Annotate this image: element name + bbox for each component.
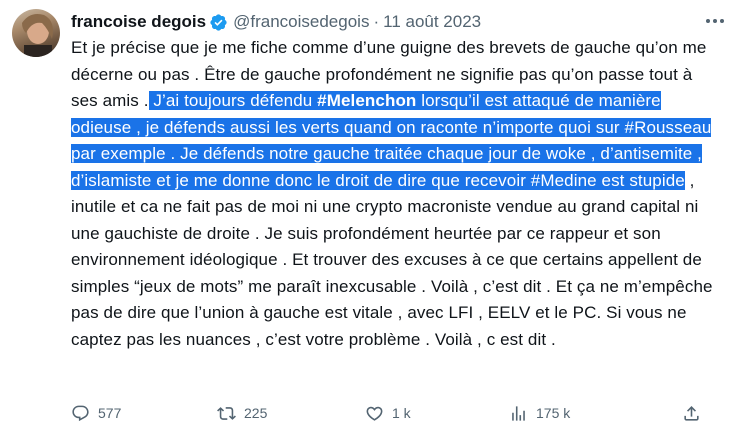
views-icon: [512, 405, 525, 421]
tweet-header: francoise degois @francoisedegois · 11 a…: [71, 9, 481, 35]
action-bar: 577 225 1 k 175 k: [71, 400, 721, 426]
author-handle[interactable]: @francoisedegois: [233, 12, 369, 32]
tweet-date[interactable]: 11 août 2023: [383, 12, 481, 32]
share-icon: [684, 405, 699, 421]
tweet-text: Et je précise que je me fiche comme d’un…: [71, 35, 721, 353]
highlighted-text: J’ai toujours défendu #Melenchon lorsqu’…: [71, 91, 712, 190]
retweet-icon: [217, 406, 236, 420]
like-button[interactable]: 1 k: [365, 404, 411, 423]
retweet-count: 225: [244, 405, 268, 421]
retweet-button[interactable]: 225: [217, 404, 267, 423]
like-count: 1 k: [392, 405, 411, 421]
more-options-icon[interactable]: [704, 12, 726, 30]
avatar-photo: [22, 14, 53, 57]
share-button[interactable]: [682, 404, 701, 423]
views-button[interactable]: 175 k: [509, 404, 570, 423]
hashtag-melenchon[interactable]: #Melenchon: [317, 91, 416, 110]
views-count: 175 k: [536, 405, 571, 421]
tweet-text-part-2: , inutile et ca ne fait pas de moi ni un…: [71, 170, 713, 349]
like-icon: [366, 406, 383, 421]
reply-count: 577: [98, 405, 122, 421]
highlighted-text-part-1: J’ai toujours défendu: [148, 91, 318, 110]
verified-badge-icon: [209, 13, 228, 32]
author-name[interactable]: francoise degois: [71, 12, 206, 32]
reply-button[interactable]: 577: [71, 404, 121, 423]
reply-icon: [72, 405, 89, 421]
avatar[interactable]: [12, 9, 60, 57]
separator-dot: ·: [373, 12, 380, 31]
